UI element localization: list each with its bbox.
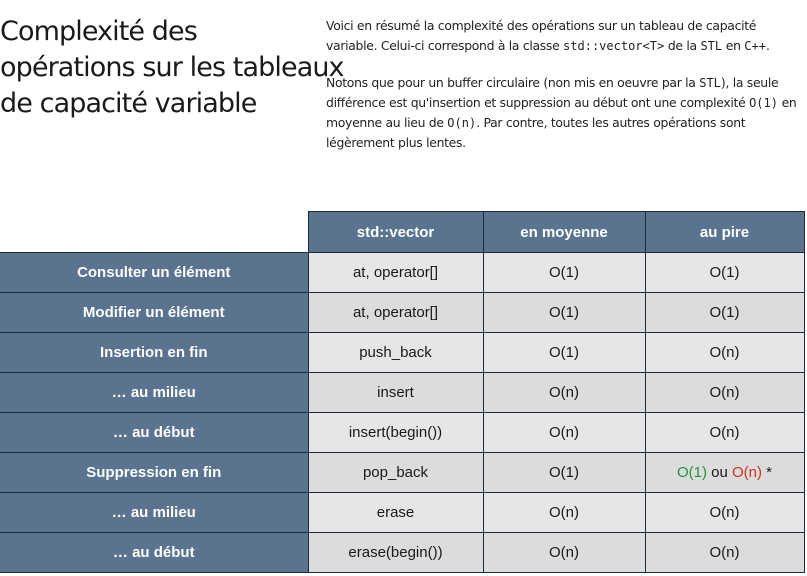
code-stl: STL bbox=[700, 39, 723, 53]
header-blank bbox=[0, 211, 308, 253]
average-cell: O(n) bbox=[482, 492, 646, 533]
code-o1: O(1) bbox=[749, 96, 778, 110]
title-line-3: de capacité variable bbox=[0, 88, 257, 119]
method-cell: erase bbox=[307, 492, 484, 533]
worst-cell: O(n) bbox=[644, 372, 805, 413]
table-row: Insertion en fin push_back O(1) O(n) bbox=[0, 332, 805, 373]
average-cell: O(1) bbox=[482, 332, 646, 373]
code-on: O(n) bbox=[447, 116, 477, 130]
title-line-2: opérations sur les tableaux bbox=[0, 52, 345, 83]
row-label: Insertion en fin bbox=[0, 332, 309, 373]
table-row: Suppression en fin pop_back O(1) O(1) ou… bbox=[0, 452, 805, 493]
row-label: Suppression en fin bbox=[0, 452, 309, 493]
title-line-1: Complexité des bbox=[0, 16, 198, 47]
table-header-row: std::vector en moyenne au pire bbox=[0, 211, 805, 253]
worst-cell: O(n) bbox=[644, 492, 805, 533]
row-label: … au milieu bbox=[0, 372, 309, 413]
worst-separator: ou bbox=[706, 464, 732, 481]
method-cell: at, operator[] bbox=[307, 292, 484, 333]
row-label: Consulter un élément bbox=[0, 252, 309, 293]
worst-cell: O(n) bbox=[644, 412, 805, 453]
row-label: Modifier un élément bbox=[0, 292, 309, 333]
page-title: Complexité des opérations sur les tablea… bbox=[0, 14, 345, 122]
intro-paragraph-1: Voici en résumé la complexité des opérat… bbox=[326, 18, 770, 53]
complexity-table: std::vector en moyenne au pire Consulter… bbox=[0, 211, 805, 573]
worst-footnote-mark: * bbox=[762, 464, 773, 481]
average-cell: O(1) bbox=[482, 292, 646, 333]
code-cpp: C++ bbox=[744, 39, 766, 53]
table-row: … au milieu insert O(n) O(n) bbox=[0, 372, 805, 413]
table-row: … au début insert(begin()) O(n) O(n) bbox=[0, 412, 805, 453]
method-cell: pop_back bbox=[307, 452, 484, 493]
header-average: en moyenne bbox=[482, 211, 646, 253]
worst-cell: O(1) bbox=[644, 252, 805, 293]
table-row: Modifier un élément at, operator[] O(1) … bbox=[0, 292, 805, 333]
method-cell: erase(begin()) bbox=[307, 532, 484, 573]
row-label: … au début bbox=[0, 412, 309, 453]
average-cell: O(1) bbox=[482, 252, 646, 293]
worst-value-a: O(1) bbox=[676, 464, 707, 481]
header-method: std::vector bbox=[307, 211, 484, 253]
worst-cell: O(n) bbox=[644, 332, 805, 373]
code-std-vector: std::vector<T> bbox=[563, 39, 665, 53]
table-row: Consulter un élément at, operator[] O(1)… bbox=[0, 252, 805, 293]
row-label: … au milieu bbox=[0, 492, 309, 533]
worst-cell: O(n) bbox=[644, 532, 805, 573]
table-row: … au début erase(begin()) O(n) O(n) bbox=[0, 532, 805, 573]
average-cell: O(n) bbox=[482, 412, 646, 453]
average-cell: O(1) bbox=[482, 452, 646, 493]
worst-cell: O(1) ou O(n) * bbox=[644, 452, 805, 493]
method-cell: insert(begin()) bbox=[307, 412, 484, 453]
intro-text: Voici en résumé la complexité des opérat… bbox=[326, 16, 802, 170]
average-cell: O(n) bbox=[482, 532, 646, 573]
worst-cell: O(1) bbox=[644, 292, 805, 333]
row-label: … au début bbox=[0, 532, 309, 573]
method-cell: insert bbox=[307, 372, 484, 413]
header-worst: au pire bbox=[644, 211, 805, 253]
intro-paragraph-2: Notons que pour un buffer circulaire (no… bbox=[326, 75, 797, 150]
method-cell: at, operator[] bbox=[307, 252, 484, 293]
method-cell: push_back bbox=[307, 332, 484, 373]
average-cell: O(n) bbox=[482, 372, 646, 413]
table-row: … au milieu erase O(n) O(n) bbox=[0, 492, 805, 533]
code-stl: STL bbox=[699, 76, 721, 90]
worst-value-b: O(n) bbox=[732, 464, 762, 481]
